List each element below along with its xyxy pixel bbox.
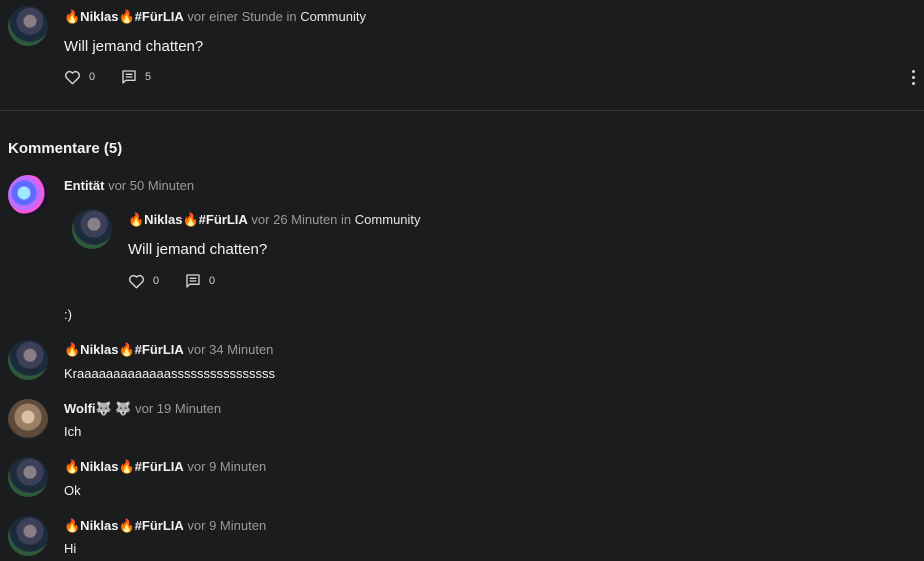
comment-meta: 🔥Niklas🔥#FürLIA vor 9 Minuten — [64, 518, 266, 534]
post-comment-button[interactable]: 5 — [121, 69, 151, 85]
comments-heading: Kommentare (5) — [8, 140, 123, 157]
post-text: Will jemand chatten? — [64, 38, 204, 55]
comment-author-name[interactable]: Entität — [64, 178, 104, 193]
comment-time: vor 9 Minuten — [187, 459, 267, 474]
post-author-name[interactable]: 🔥Niklas🔥#FürLIA — [64, 9, 184, 24]
comment-time: vor 19 Minuten — [135, 401, 222, 416]
comment-avatar[interactable] — [8, 399, 48, 439]
shared-post-comment-button[interactable]: 0 — [185, 273, 215, 289]
comment-meta: 🔥Niklas🔥#FürLIA vor 9 Minuten — [64, 459, 266, 475]
post-comment-count: 5 — [145, 71, 152, 83]
comment-time: vor 34 Minuten — [187, 342, 274, 357]
post-more-options-icon[interactable] — [912, 70, 916, 85]
comment-avatar[interactable] — [8, 340, 48, 380]
shared-post-avatar[interactable] — [72, 209, 112, 249]
shared-post-text: Will jemand chatten? — [128, 241, 268, 258]
shared-post-comment-count: 0 — [209, 275, 216, 287]
post-like-count: 0 — [89, 71, 96, 83]
comment-author-name[interactable]: Wolfi🐺 🐺 — [64, 401, 132, 416]
comment-meta: Entität vor 50 Minuten — [64, 178, 194, 194]
post-author-avatar[interactable] — [8, 6, 48, 46]
shared-post-like-count: 0 — [153, 275, 160, 287]
comment-time: vor 50 Minuten — [108, 178, 195, 193]
heart-icon — [128, 274, 145, 289]
shared-post-community-link[interactable]: Community — [355, 212, 421, 227]
comment-avatar[interactable] — [8, 516, 48, 556]
comment-text: Kraaaaaaaaaaaaassssssssssssssss — [64, 366, 275, 381]
post-like-button[interactable]: 0 — [64, 69, 95, 85]
comment-text: :) — [64, 307, 72, 322]
comment-time: vor 9 Minuten — [187, 518, 267, 533]
post-meta: 🔥Niklas🔥#FürLIA vor einer Stunde in Comm… — [64, 9, 366, 25]
comment-text: Ich — [64, 424, 82, 439]
post-community-link[interactable]: Community — [300, 9, 366, 24]
comment-icon — [186, 274, 200, 288]
comment-author-name[interactable]: 🔥Niklas🔥#FürLIA — [64, 518, 184, 533]
shared-post-like-button[interactable]: 0 — [128, 273, 159, 289]
post-time: vor einer Stunde — [187, 9, 283, 24]
comment-avatar[interactable] — [8, 175, 48, 215]
comment-text: Ok — [64, 483, 81, 498]
shared-post-meta: 🔥Niklas🔥#FürLIA vor 26 Minuten in Commun… — [128, 212, 421, 228]
comment-avatar[interactable] — [8, 457, 48, 497]
shared-post-author-name[interactable]: 🔥Niklas🔥#FürLIA — [128, 212, 248, 227]
comment-meta: 🔥Niklas🔥#FürLIA vor 34 Minuten — [64, 342, 273, 358]
heart-icon — [64, 70, 81, 85]
comment-meta: Wolfi🐺 🐺 vor 19 Minuten — [64, 401, 221, 417]
comment-author-name[interactable]: 🔥Niklas🔥#FürLIA — [64, 342, 184, 357]
comment-icon — [122, 70, 136, 84]
comment-text: Hi — [64, 541, 77, 556]
comment-author-name[interactable]: 🔥Niklas🔥#FürLIA — [64, 459, 184, 474]
section-divider — [0, 110, 924, 111]
shared-post-in-label: in — [341, 212, 352, 227]
post-in-label: in — [286, 9, 297, 24]
shared-post-time: vor 26 Minuten — [251, 212, 338, 227]
